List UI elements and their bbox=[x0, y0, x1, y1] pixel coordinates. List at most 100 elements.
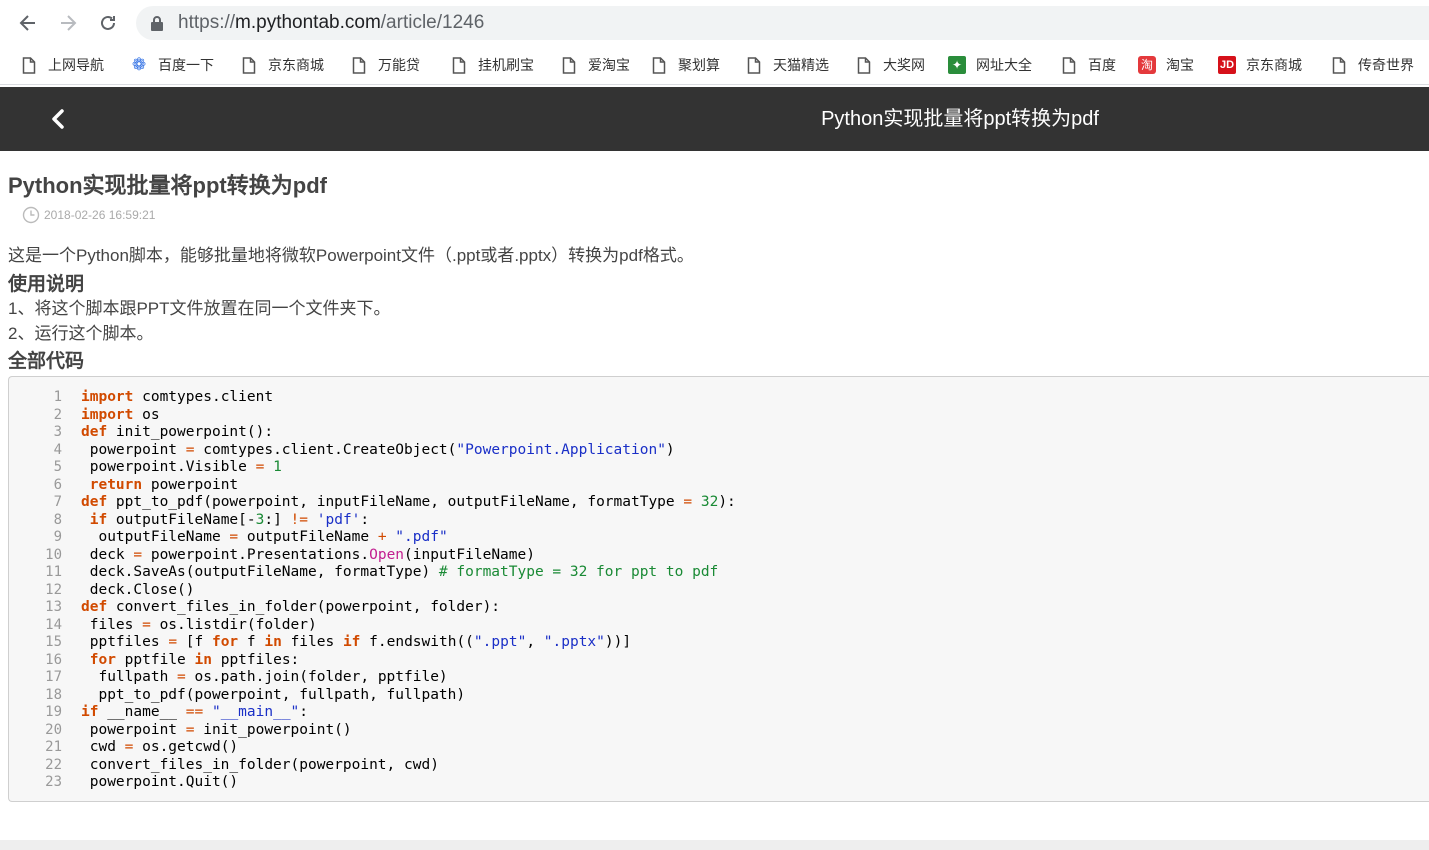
page-icon bbox=[745, 56, 763, 74]
code-line: pptfiles = [f for f in files if f.endswi… bbox=[81, 634, 632, 650]
line-number: 7 bbox=[53, 494, 62, 510]
clock-icon bbox=[22, 206, 40, 224]
page-icon bbox=[240, 56, 258, 74]
line-number: 21 bbox=[45, 739, 62, 755]
reload-button[interactable] bbox=[94, 9, 122, 37]
page-icon bbox=[20, 56, 38, 74]
bookmark-label: 传奇世界 bbox=[1358, 57, 1414, 73]
forward-arrow-button[interactable] bbox=[54, 9, 82, 37]
usage-step-1: 1、将这个脚本跟PPT文件放置在同一个文件夹下。 bbox=[8, 299, 391, 318]
code-line: def init_powerpoint(): bbox=[81, 424, 274, 440]
bookmark-item[interactable]: 天猫精选 bbox=[745, 55, 829, 75]
line-number: 4 bbox=[53, 441, 62, 458]
bookmark-item[interactable]: 京东商城 bbox=[240, 55, 324, 75]
bookmarks-bar: 上网导航 ❁ 百度一下 京东商城 万能贷 挂机刷宝 爱淘宝 聚划算 天猫精选 大奖网 ✦ 网址大全 百度… bbox=[0, 46, 1429, 85]
line-number: 20 bbox=[45, 721, 62, 738]
code-line: def convert_files_in_folder(powerpoint, … bbox=[81, 599, 501, 615]
page-icon bbox=[650, 56, 668, 74]
article-title: Python实现批量将ppt转换为pdf bbox=[8, 173, 327, 198]
line-number: 14 bbox=[45, 616, 62, 633]
site-header: Python实现批量将ppt转换为pdf bbox=[0, 87, 1429, 151]
jd-icon: JD bbox=[1218, 56, 1236, 74]
bookmark-item[interactable]: 上网导航 bbox=[20, 55, 104, 75]
url-host: m.pythontab.com bbox=[235, 12, 381, 33]
code-line: if __name__ == "__main__": bbox=[81, 704, 309, 720]
page-icon bbox=[350, 56, 368, 74]
bookmark-item[interactable]: 挂机刷宝 bbox=[450, 55, 534, 75]
code-heading: 全部代码 bbox=[8, 351, 85, 372]
usage-heading: 使用说明 bbox=[8, 274, 85, 295]
bookmark-label: 天猫精选 bbox=[773, 57, 829, 73]
line-numbers: 1 2 3 4 5 6 7 8 9 10 11 12 13 14 15 16 17 18 19 20 21 22 23 bbox=[9, 389, 64, 792]
bookmark-label: 京东商城 bbox=[1246, 57, 1302, 73]
code-line: deck.Close() bbox=[81, 581, 195, 598]
code-line: powerpoint = comtypes.client.CreateObjec… bbox=[81, 441, 675, 458]
code-line: powerpoint.Visible = 1 bbox=[81, 459, 282, 475]
code-line: def ppt_to_pdf(powerpoint, inputFileName… bbox=[81, 494, 736, 510]
page-icon bbox=[450, 56, 468, 74]
baidu-paw-icon: ❁ bbox=[131, 55, 147, 74]
line-number: 23 bbox=[45, 774, 62, 790]
bookmark-item[interactable]: ❁ 百度一下 bbox=[130, 55, 214, 75]
browser-toolbar: https://m.pythontab.com/article/1246 bbox=[0, 0, 1429, 46]
code-line: cwd = os.getcwd() bbox=[81, 739, 239, 755]
code-line: fullpath = os.path.join(folder, pptfile) bbox=[81, 669, 448, 685]
line-number: 1 bbox=[53, 389, 62, 405]
bookmark-label: 万能贷 bbox=[378, 57, 420, 73]
usage-step-2: 2、运行这个脚本。 bbox=[8, 324, 154, 343]
code-line: if outputFileName[-3:] != 'pdf': bbox=[89, 511, 370, 528]
back-arrow-button[interactable] bbox=[14, 9, 42, 37]
line-number: 18 bbox=[45, 686, 62, 703]
arrow-right-icon bbox=[61, 15, 77, 31]
bookmark-label: 淘宝 bbox=[1166, 57, 1194, 73]
code-line: deck = powerpoint.Presentations.Open(inp… bbox=[81, 546, 535, 563]
chevron-left-icon[interactable] bbox=[44, 105, 72, 133]
url-path: /article/1246 bbox=[380, 12, 485, 33]
bookmark-label: 京东商城 bbox=[268, 57, 324, 73]
bookmark-item[interactable]: 传奇世界 bbox=[1330, 55, 1414, 75]
bookmark-item[interactable]: 聚划算 bbox=[650, 55, 720, 75]
code-line: ppt_to_pdf(powerpoint, fullpath, fullpat… bbox=[81, 686, 466, 703]
line-number: 8 bbox=[53, 511, 62, 528]
line-number: 22 bbox=[45, 756, 62, 773]
page-footer-strip bbox=[0, 840, 1429, 850]
code-line: return powerpoint bbox=[89, 476, 239, 493]
header-title: Python实现批量将ppt转换为pdf bbox=[821, 108, 1099, 130]
page-icon bbox=[1060, 56, 1078, 74]
bookmark-label: 百度 bbox=[1088, 57, 1116, 73]
bookmark-label: 聚划算 bbox=[678, 57, 720, 73]
code-line: import os bbox=[81, 406, 160, 423]
bookmark-item[interactable]: 百度 bbox=[1060, 55, 1116, 75]
bookmark-label: 爱淘宝 bbox=[588, 57, 630, 73]
url-scheme: https:// bbox=[178, 12, 236, 33]
bookmark-item[interactable]: 万能贷 bbox=[350, 55, 420, 75]
page-icon bbox=[855, 56, 873, 74]
line-number: 5 bbox=[53, 459, 62, 475]
taobao-icon: 淘 bbox=[1138, 56, 1156, 74]
bookmark-label: 网址大全 bbox=[976, 57, 1032, 73]
bookmark-item[interactable]: JD 京东商城 bbox=[1218, 55, 1302, 75]
line-number: 10 bbox=[45, 546, 62, 563]
line-number: 9 bbox=[53, 529, 62, 545]
publish-date: 2018-02-26 16:59:21 bbox=[44, 208, 156, 222]
reload-icon bbox=[101, 15, 115, 30]
code-content: import comtypes.client import os def init_… bbox=[81, 389, 736, 792]
line-number: 6 bbox=[53, 476, 62, 493]
line-number: 3 bbox=[53, 424, 62, 440]
code-line: powerpoint = init_powerpoint() bbox=[81, 721, 352, 738]
bookmark-item[interactable]: ✦ 网址大全 bbox=[948, 55, 1032, 75]
url-text: https://m.pythontab.com/article/1246 bbox=[178, 12, 484, 34]
bookmark-item[interactable]: 爱淘宝 bbox=[560, 55, 630, 75]
bookmark-item[interactable]: 大奖网 bbox=[855, 55, 925, 75]
line-number: 2 bbox=[53, 406, 62, 423]
code-line: import comtypes.client bbox=[81, 389, 274, 405]
line-number: 19 bbox=[45, 704, 62, 720]
lock-icon bbox=[151, 16, 163, 31]
code-line: convert_files_in_folder(powerpoint, cwd) bbox=[81, 756, 439, 773]
code-line: deck.SaveAs(outputFileName, formatType) … bbox=[81, 564, 719, 580]
line-number: 12 bbox=[45, 581, 62, 598]
bookmark-item[interactable]: 淘淘宝 bbox=[1138, 55, 1194, 75]
article-meta: 2018-02-26 16:59:21 bbox=[22, 206, 155, 224]
address-bar[interactable]: https://m.pythontab.com/article/1246 bbox=[136, 6, 1429, 40]
bookmark-label: 挂机刷宝 bbox=[478, 57, 534, 73]
